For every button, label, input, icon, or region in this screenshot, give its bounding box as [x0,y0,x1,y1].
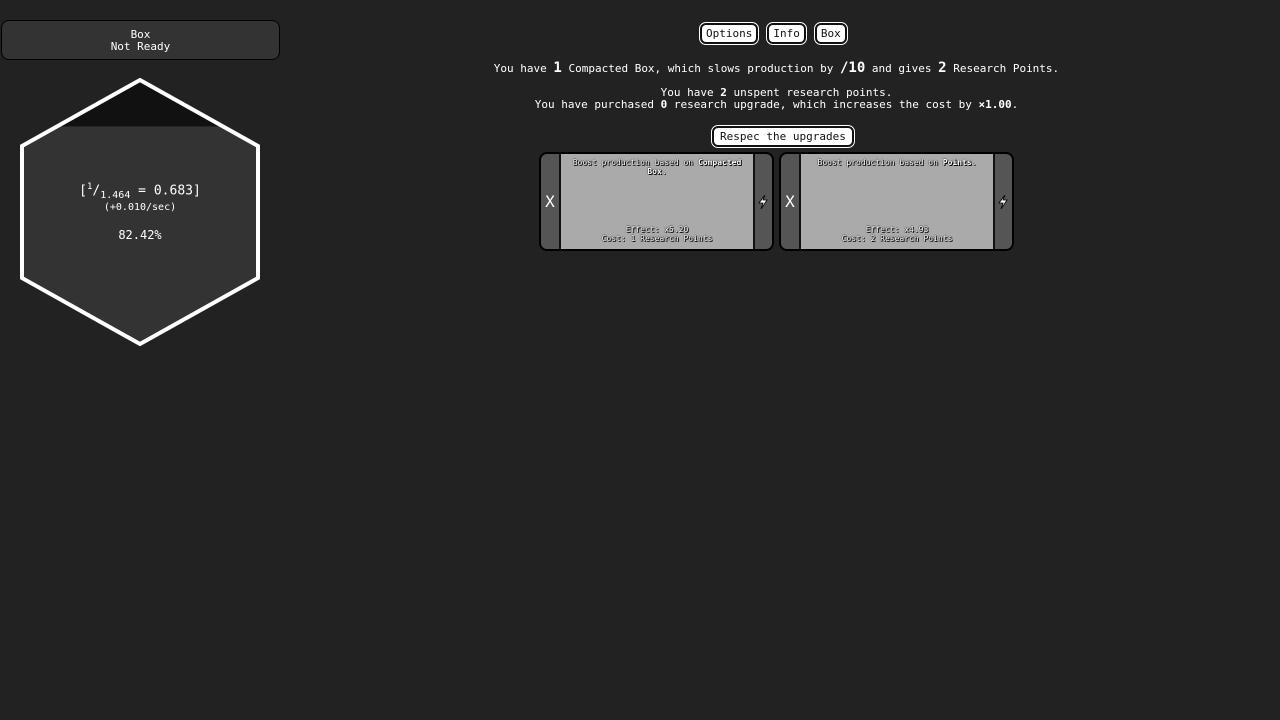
formula-denominator: 1.464 [100,189,131,201]
hexagon-rate: (+0.010/sec) [103,202,177,213]
hexagon-formula: [1/1.464 = 0.683] [79,182,201,201]
lightning-icon[interactable] [753,154,772,249]
slow-factor: /10 [840,60,866,76]
info-button[interactable]: Info [766,22,807,45]
hexagon-percent: 82.42% [118,228,162,242]
formula-numerator: 1 [87,182,93,192]
cost-multiplier: ×1.00 [978,98,1012,111]
upgrade-description: Boost production based on Compacted Box. [572,158,742,176]
formula-result: 0.683 [153,183,193,199]
upgrade-cost: Cost: 2 Research Points [841,234,953,243]
box-progress-hexagon: [1/1.464 = 0.683] (+0.010/sec) 82.42% [20,78,260,346]
upgrade-description-bold: Points [942,158,972,167]
upgrade-effect: Effect: x5.20 [625,225,689,234]
box-button[interactable]: Box [813,22,848,45]
compacted-count: 1 [553,60,562,76]
upgrade-remove-button[interactable]: X [781,154,799,249]
respec-button[interactable]: Respec the upgrades [711,125,855,148]
hexagon-unfilled-region [22,80,258,127]
box-status-button[interactable]: Box Not Ready [1,20,280,60]
purchased-upgrades-info: You have purchased 0 research upgrade, w… [534,98,1019,111]
upgrade-buy-area[interactable]: Boost production based on Compacted Box.… [559,154,755,249]
research-given: 2 [938,60,947,76]
upgrade-cost: Cost: 1 Research Points [601,234,713,243]
upgrade-buy-area[interactable]: Boost production based on Points. Effect… [799,154,995,249]
box-status-state: Not Ready [110,40,171,53]
purchased-count: 0 [660,98,668,111]
upgrade-card-points: X Boost production based on Points. Effe… [779,152,1014,251]
upgrade-card-compacted-box: X Boost production based on Compacted Bo… [539,152,774,251]
compacted-box-info: You have 1 Compacted Box, which slows pr… [493,60,1060,76]
top-nav: Options Info Box [698,22,848,45]
upgrade-remove-button[interactable]: X [541,154,559,249]
options-button[interactable]: Options [698,22,760,45]
upgrade-description: Boost production based on Points. [817,158,977,167]
upgrade-effect: Effect: x4.93 [865,225,929,234]
lightning-icon[interactable] [993,154,1012,249]
